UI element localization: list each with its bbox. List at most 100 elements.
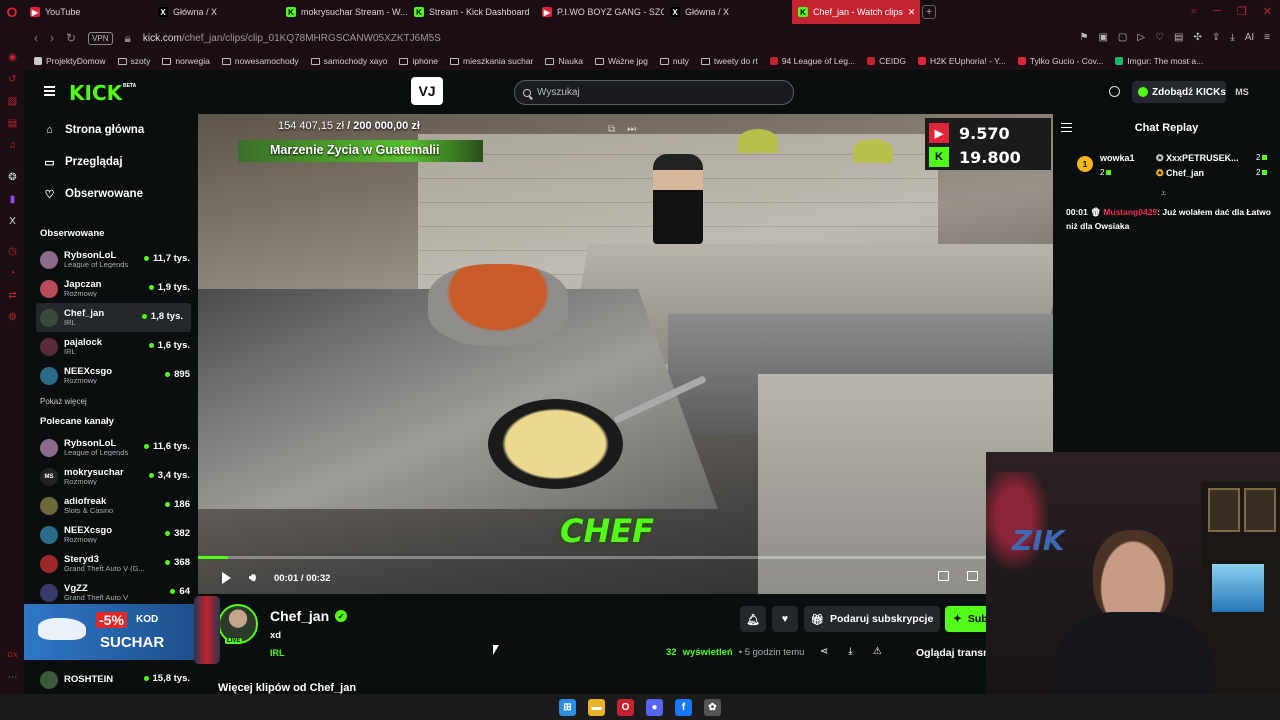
- url-field[interactable]: kick.com/chef_jan/clips/clip_01KQ78MHRGS…: [143, 33, 441, 44]
- search-input[interactable]: Wyszukaj: [514, 80, 794, 105]
- bookmark-item[interactable]: samochody xayo: [310, 56, 387, 66]
- gx-icon[interactable]: GX: [7, 650, 18, 661]
- chat-username[interactable]: Mustang0429: [1103, 207, 1157, 217]
- discord-icon[interactable]: ●: [646, 698, 663, 716]
- video-progress-bar[interactable]: [198, 556, 1053, 559]
- download-icon[interactable]: ⤓: [848, 646, 852, 657]
- channel-item[interactable]: ROSHTEIN 15,8 tys.: [24, 665, 198, 694]
- incognito-icon[interactable]: [1109, 86, 1120, 97]
- messenger-icon[interactable]: ◉: [7, 52, 18, 63]
- report-icon[interactable]: ⚠: [873, 646, 882, 657]
- browser-tab[interactable]: Kmokrysuchar Stream - W...: [280, 0, 408, 24]
- twitch-icon[interactable]: ▮: [7, 194, 18, 205]
- explorer-icon[interactable]: ▬: [588, 698, 605, 716]
- app-icon[interactable]: ✿: [704, 698, 721, 716]
- gifter-name[interactable]: wowka1: [1100, 153, 1135, 163]
- skip-icon[interactable]: ⏭: [627, 124, 636, 135]
- bookmark-item[interactable]: H2K EUphoria! - Y...: [918, 56, 1006, 66]
- channel-item[interactable]: Chef_jan IRL 1,8 tys.: [36, 303, 191, 332]
- close-window-icon[interactable]: ✕: [1263, 5, 1272, 18]
- history-icon[interactable]: ↺: [7, 74, 18, 85]
- nav-following[interactable]: ♡ Obserwowane: [24, 178, 198, 210]
- bookmark-item[interactable]: tweety do rt: [700, 56, 758, 66]
- wallet-icon[interactable]: ▤: [1174, 32, 1183, 43]
- bookmark-item[interactable]: Ważne jpg: [594, 56, 648, 66]
- music-icon[interactable]: ♫: [7, 140, 18, 151]
- opera-logo-icon[interactable]: O: [0, 0, 24, 24]
- collapse-chat-icon[interactable]: [1061, 123, 1072, 132]
- player-icon[interactable]: ▷: [1137, 32, 1145, 43]
- speed-dial-icon[interactable]: ◔: [7, 268, 18, 279]
- search-tabs-icon[interactable]: ⌕: [1191, 5, 1197, 18]
- menu-toggle-icon[interactable]: [44, 86, 55, 96]
- vpn-badge[interactable]: VPN: [88, 31, 113, 45]
- bookmark-item[interactable]: norwegia: [162, 56, 210, 66]
- bookmark-item[interactable]: iphone: [399, 56, 438, 66]
- flow-icon[interactable]: ⇄: [7, 290, 18, 301]
- bookmark-item[interactable]: Imgur: The most a...: [1115, 56, 1203, 66]
- minimize-icon[interactable]: ─: [1213, 5, 1221, 18]
- get-kicks-button[interactable]: Zdobądź KICKs: [1132, 81, 1226, 103]
- snapshot-icon[interactable]: ▣: [1098, 32, 1107, 43]
- theater-mode-icon[interactable]: [967, 571, 978, 581]
- user-avatar[interactable]: MS: [1232, 83, 1252, 101]
- more-icon[interactable]: ⋯: [7, 672, 18, 683]
- pinboard-icon[interactable]: ▤: [7, 118, 18, 129]
- tab-icon[interactable]: ▢: [1118, 32, 1127, 43]
- back-icon[interactable]: ‹: [34, 31, 38, 45]
- bookmark-item[interactable]: 94 League of Leg...: [769, 56, 855, 66]
- maximize-icon[interactable]: ❐: [1237, 5, 1247, 18]
- play-icon[interactable]: [222, 572, 231, 584]
- gift-sub-button[interactable]: 🎁︎ Podaruj subskrypcje: [804, 606, 940, 632]
- volume-icon[interactable]: 🔊︎: [249, 572, 256, 585]
- menu-icon[interactable]: ≡: [1264, 32, 1270, 43]
- channel-item[interactable]: RybsonLoL League of Legends 11,7 tys.: [24, 245, 198, 274]
- bookmark-item[interactable]: CEIDG: [867, 56, 906, 66]
- expand-gifters-icon[interactable]: ⩡: [1161, 188, 1166, 199]
- channel-item[interactable]: Steryd3 Grand Theft Auto V (G... 368: [24, 549, 198, 578]
- bookmark-item[interactable]: Tylko Gucio - Cov...: [1017, 56, 1103, 66]
- pip-icon[interactable]: [938, 571, 949, 581]
- wallet-side-icon[interactable]: ▨: [7, 96, 18, 107]
- browser-tab[interactable]: K Chef_jan - Watch clips ✕: [792, 0, 920, 24]
- channel-item[interactable]: MS mokrysuchar Rozmowy 3,4 tys.: [24, 462, 198, 491]
- x-icon[interactable]: X: [7, 216, 18, 227]
- bookmark-item[interactable]: Nauka: [545, 56, 583, 66]
- nav-browse[interactable]: ▭ Przeglądaj: [24, 146, 198, 178]
- browser-tab[interactable]: X Główna / X: [664, 0, 792, 24]
- aria-ai-button[interactable]: AI: [1245, 32, 1254, 43]
- heart-icon[interactable]: ♡: [1155, 32, 1164, 43]
- bookmark-icon[interactable]: ⚑: [1080, 32, 1089, 43]
- chatgpt-icon[interactable]: ❂: [7, 172, 18, 183]
- gifter-name[interactable]: ✪ Chef_jan: [1156, 168, 1204, 179]
- follow-button[interactable]: ♥: [772, 606, 798, 632]
- settings-icon[interactable]: ⚙: [7, 312, 18, 323]
- browser-tab[interactable]: X Główna / X: [152, 0, 280, 24]
- bookmark-item[interactable]: nuty: [659, 56, 689, 66]
- forward-icon[interactable]: ›: [50, 31, 54, 45]
- opera-icon[interactable]: O: [617, 698, 634, 716]
- bookmark-item[interactable]: szoty: [117, 56, 150, 66]
- facebook-icon[interactable]: f: [675, 698, 692, 716]
- browser-tab[interactable]: K Stream - Kick Dashboard: [408, 0, 536, 24]
- new-tab-button[interactable]: +: [922, 5, 936, 19]
- channel-item[interactable]: Japczan Rozmowy 1,9 tys.: [24, 274, 198, 303]
- browser-tab[interactable]: ▶ P.I.WO BOYZ GANG - SZC...: [536, 0, 664, 24]
- tab-close-icon[interactable]: ✕: [908, 7, 916, 18]
- reload-icon[interactable]: ↻: [66, 31, 76, 45]
- channel-item[interactable]: pajalock IRL 1,6 tys.: [24, 332, 198, 361]
- download-icon[interactable]: ⤓: [1230, 32, 1234, 43]
- subscribe-button[interactable]: ✦ Sub: [945, 606, 988, 632]
- notifications-button[interactable]: 🔔︎: [740, 606, 766, 632]
- nav-home[interactable]: ⌂ Strona główna: [24, 114, 198, 146]
- browser-tab[interactable]: ▶ YouTube: [24, 0, 152, 24]
- channel-item[interactable]: adiofreak Slots & Casino 186: [24, 491, 198, 520]
- channel-item[interactable]: NEEXcsgo Rozmowy 382: [24, 520, 198, 549]
- windows-icon[interactable]: ⊞: [559, 698, 576, 716]
- show-more-link[interactable]: Pokaż więcej: [24, 390, 198, 412]
- bookmark-item[interactable]: ProjektyDomow: [34, 56, 106, 66]
- bookmark-item[interactable]: mieszkania suchar: [450, 56, 533, 66]
- video-player[interactable]: 154 407,15 zł / 200 000,00 zł Marzenie Z…: [198, 114, 1053, 594]
- channel-item[interactable]: RybsonLoL League of Legends 11,6 tys.: [24, 433, 198, 462]
- kick-logo[interactable]: KICK: [69, 81, 122, 105]
